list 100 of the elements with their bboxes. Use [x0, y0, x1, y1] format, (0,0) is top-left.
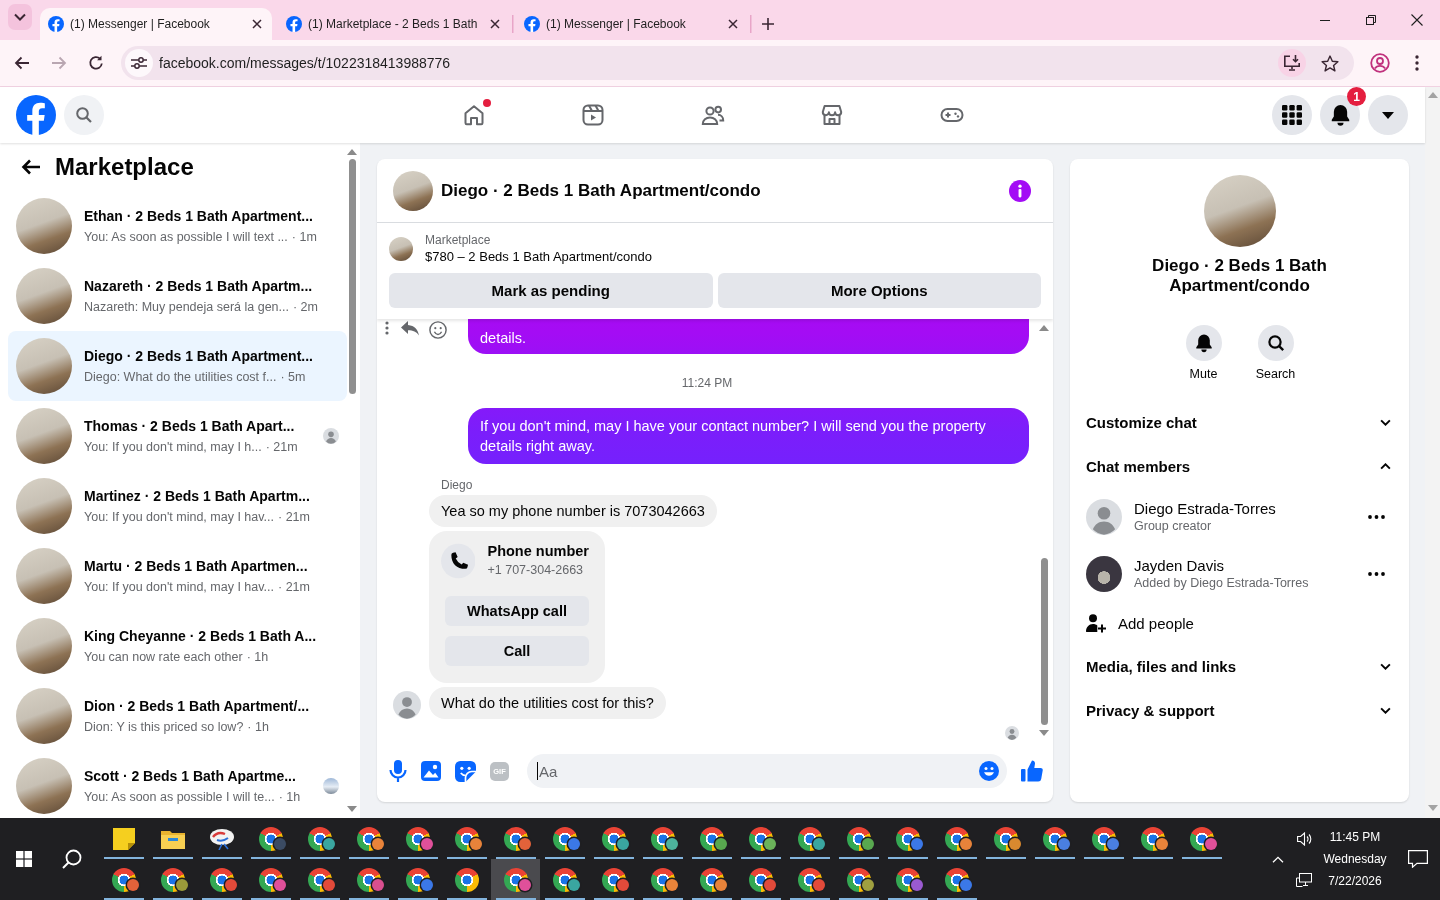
account-button[interactable] — [1368, 95, 1408, 135]
star-icon[interactable] — [1321, 54, 1339, 72]
more-options-icon[interactable] — [385, 321, 389, 335]
store-icon[interactable] — [820, 103, 844, 127]
caret-down-icon — [1382, 111, 1394, 119]
member-role: Added by Diego Estrada-Torres — [1134, 574, 1310, 592]
mute-button[interactable]: Mute — [1173, 325, 1234, 382]
minimize-icon — [1320, 19, 1330, 21]
photo-placeholder — [16, 618, 72, 674]
more-icon[interactable] — [1368, 514, 1385, 519]
message-preview: You: If you don't mind, may I hav... — [84, 508, 274, 526]
network-icon[interactable] — [1296, 872, 1312, 887]
message-preview: You can now rate each other — [84, 648, 243, 666]
search-button[interactable] — [64, 95, 104, 135]
logo-icon — [524, 16, 540, 32]
install-button[interactable] — [1278, 49, 1306, 77]
conversation-item[interactable]: Martu · 2 Beds 1 Bath Apartmen... You: If you don't mind, may I hav... · 21m — [8, 541, 347, 611]
conversation-item[interactable]: Martinez · 2 Beds 1 Bath Apartm... You: If you don't mind, may I hav... · 21m — [8, 471, 347, 541]
friends-icon[interactable] — [700, 103, 725, 127]
address-bar[interactable]: facebook.com/messages/t/1022318413988776 — [121, 46, 1354, 80]
member-role: Group creator — [1134, 517, 1213, 535]
browser-tab[interactable]: (1) Marketplace - 2 Beds 1 Bath — [278, 8, 510, 40]
scroll-up-icon[interactable] — [347, 149, 357, 155]
new-tab-icon[interactable] — [762, 18, 774, 30]
listing-action-button[interactable]: More Options — [717, 273, 1041, 308]
scrollbar-thumb[interactable] — [1040, 558, 1048, 725]
chrome-icon — [454, 867, 479, 892]
scroll-down-icon[interactable] — [347, 806, 357, 812]
back-arrow-icon[interactable] — [14, 56, 30, 70]
chevron-up-icon[interactable] — [1272, 855, 1284, 863]
conversation-item[interactable]: Scott · 2 Beds 1 Bath Apartme... You: As soon as possible I will te... · 1h — [8, 751, 347, 818]
listing-source: Marketplace — [425, 232, 492, 248]
menu-button[interactable] — [1272, 95, 1312, 135]
logo-icon — [286, 16, 302, 32]
photo-placeholder — [393, 170, 433, 211]
message-time: · 5m — [280, 368, 306, 386]
person-add-icon — [1086, 613, 1106, 633]
notification-icon[interactable] — [1408, 850, 1428, 868]
microphone-icon[interactable] — [389, 760, 407, 782]
thumbs-up-icon[interactable] — [1021, 760, 1043, 782]
phone-number: +1 707-304-2663 — [487, 562, 585, 579]
more-icon[interactable] — [1368, 571, 1385, 576]
conversation-item[interactable]: Nazareth · 2 Beds 1 Bath Apartm... Nazareth: Muy pendeja será la gen... · 2m — [8, 261, 347, 331]
message-time: · 21m — [278, 578, 310, 596]
taskbar-app-button[interactable] — [491, 859, 540, 900]
conversation-item[interactable]: King Cheyanne · 2 Beds 1 Bath A... You can now rate each other · 1h — [8, 611, 347, 681]
close-icon[interactable] — [490, 19, 500, 29]
clock-button[interactable]: 11:45 PM Wednesday 7/22/2026 — [1318, 829, 1392, 889]
emoji-icon[interactable] — [979, 761, 999, 781]
scroll-down-icon[interactable] — [1039, 730, 1049, 736]
add-people-button[interactable]: Add people — [1070, 602, 1409, 644]
section-toggle[interactable]: Chat members — [1070, 444, 1409, 488]
sticker-icon[interactable] — [455, 760, 476, 782]
reload-icon[interactable] — [88, 55, 104, 71]
scroll-up-icon[interactable] — [1039, 325, 1049, 331]
message-input[interactable]: Aa — [527, 754, 1007, 788]
site-settings-button[interactable] — [125, 49, 153, 77]
section-toggle[interactable]: Customize chat — [1070, 400, 1409, 444]
message-time: · 2m — [293, 298, 318, 316]
emoji-icon[interactable] — [429, 321, 447, 339]
browser-tab[interactable]: (1) Messenger | Facebook — [516, 8, 748, 40]
app-icon — [208, 827, 235, 850]
profile-icon[interactable] — [1370, 53, 1390, 73]
chevron-down-icon — [14, 12, 26, 21]
speaker-icon[interactable] — [1296, 831, 1312, 846]
message-preview: Diego: What do the utilities cost f... — [84, 368, 277, 386]
conversation-item[interactable]: Dion · 2 Beds 1 Bath Apartment/... Dion: Y is this priced so low? · 1h — [8, 681, 347, 751]
kebab-menu-icon[interactable] — [1415, 55, 1419, 71]
message-bubble: details. — [468, 319, 1029, 354]
message-time: · 1h — [247, 718, 269, 736]
listing-action-button[interactable]: Mark as pending — [389, 273, 713, 308]
section-toggle[interactable]: Media, files and links — [1070, 644, 1409, 688]
photo-icon[interactable] — [421, 761, 441, 781]
logo-icon[interactable] — [16, 95, 56, 135]
tab-list-button[interactable] — [8, 3, 32, 30]
message-preview: You: As soon as possible I will te... — [84, 788, 275, 806]
info-icon[interactable] — [1009, 179, 1031, 202]
video-icon[interactable] — [581, 103, 605, 127]
section-toggle[interactable]: Privacy & support — [1070, 688, 1409, 732]
conversation-item[interactable]: Thomas · 2 Beds 1 Bath Apart... You: If you don't mind, may I h... · 21m — [8, 401, 347, 471]
reply-icon[interactable] — [401, 321, 419, 336]
message-time: · 1h — [278, 788, 301, 806]
scrollbar-thumb[interactable] — [348, 159, 356, 394]
conversation-name: Scott · 2 Beds 1 Bath Apartme... — [84, 766, 297, 786]
browser-tab[interactable]: (1) Messenger | Facebook — [40, 8, 272, 40]
call-option-button[interactable]: WhatsApp call — [445, 596, 589, 626]
call-option-button[interactable]: Call — [445, 636, 589, 666]
conversation-title: Diego · 2 Beds 1 Bath Apartment/condo — [1151, 256, 1328, 296]
folder-icon — [160, 828, 185, 849]
member-name: Diego Estrada-Torres — [1134, 498, 1277, 518]
sidebar-title: Marketplace — [55, 153, 194, 181]
conversation-item[interactable]: Ethan · 2 Beds 1 Bath Apartment... You: As soon as possible I will text ... · 1m — [8, 191, 347, 261]
conversation-name: King Cheyanne · 2 Beds 1 Bath A... — [84, 626, 318, 646]
search-button[interactable]: Search — [1245, 325, 1306, 382]
close-icon[interactable] — [252, 19, 262, 29]
conversation-name: Diego · 2 Beds 1 Bath Apartment... — [84, 346, 314, 366]
conversation-item[interactable]: Diego · 2 Beds 1 Bath Apartment... Diego: What do the utilities cost f... · 5m — [8, 331, 347, 401]
search-icon[interactable] — [62, 849, 82, 869]
back-arrow-icon[interactable] — [21, 159, 41, 175]
close-icon[interactable] — [728, 19, 738, 29]
